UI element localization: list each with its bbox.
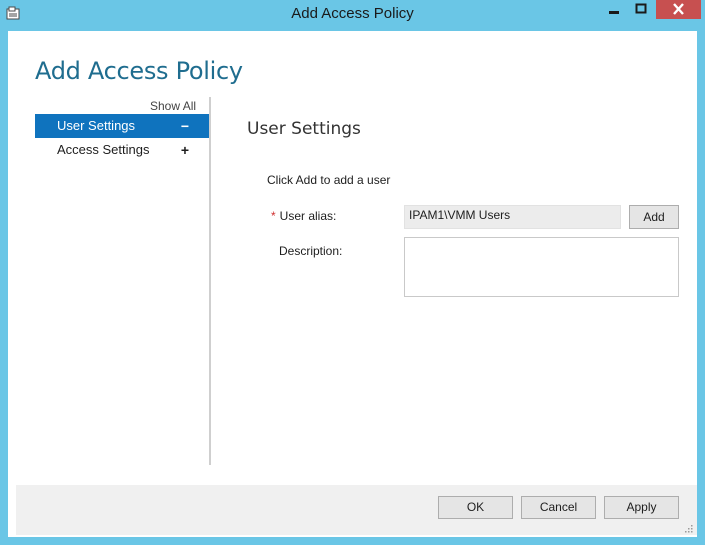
collapse-icon[interactable]: − (181, 114, 189, 138)
nav-item-label: User Settings (57, 118, 136, 133)
resize-grip-icon[interactable] (683, 523, 693, 533)
window-title: Add Access Policy (291, 5, 414, 22)
maximize-button[interactable] (628, 0, 654, 19)
add-button[interactable]: Add (629, 205, 679, 229)
title-bar[interactable]: Add Access Policy (0, 0, 705, 28)
nav-item-label: Access Settings (57, 142, 150, 157)
maximize-icon (635, 3, 647, 14)
user-alias-label: * User alias: (271, 209, 337, 223)
apply-button[interactable]: Apply (604, 496, 679, 519)
minimize-button[interactable] (601, 0, 627, 19)
cancel-button[interactable]: Cancel (521, 496, 596, 519)
nav-item-access-settings[interactable]: Access Settings + (35, 138, 209, 162)
user-alias-field[interactable]: IPAM1\VMM Users (404, 205, 621, 229)
close-button[interactable] (656, 0, 701, 19)
show-all-link[interactable]: Show All (150, 99, 196, 113)
dialog-window: Add Access Policy Add Access Policy Show… (0, 0, 705, 545)
dialog-heading: Add Access Policy (35, 57, 243, 85)
required-marker: * (271, 209, 276, 223)
description-label: Description: (279, 244, 343, 258)
nav-divider (209, 97, 211, 465)
dialog-client-area: Add Access Policy Show All User Settings… (8, 31, 697, 537)
description-field[interactable] (404, 237, 679, 297)
footer-bar: OK Cancel Apply (16, 485, 697, 535)
ok-button[interactable]: OK (438, 496, 513, 519)
hint-text: Click Add to add a user (267, 173, 391, 187)
nav-item-user-settings[interactable]: User Settings − (35, 114, 209, 138)
expand-icon[interactable]: + (181, 138, 189, 162)
section-title: User Settings (247, 119, 361, 139)
minimize-icon (609, 11, 619, 14)
close-icon (673, 3, 684, 15)
